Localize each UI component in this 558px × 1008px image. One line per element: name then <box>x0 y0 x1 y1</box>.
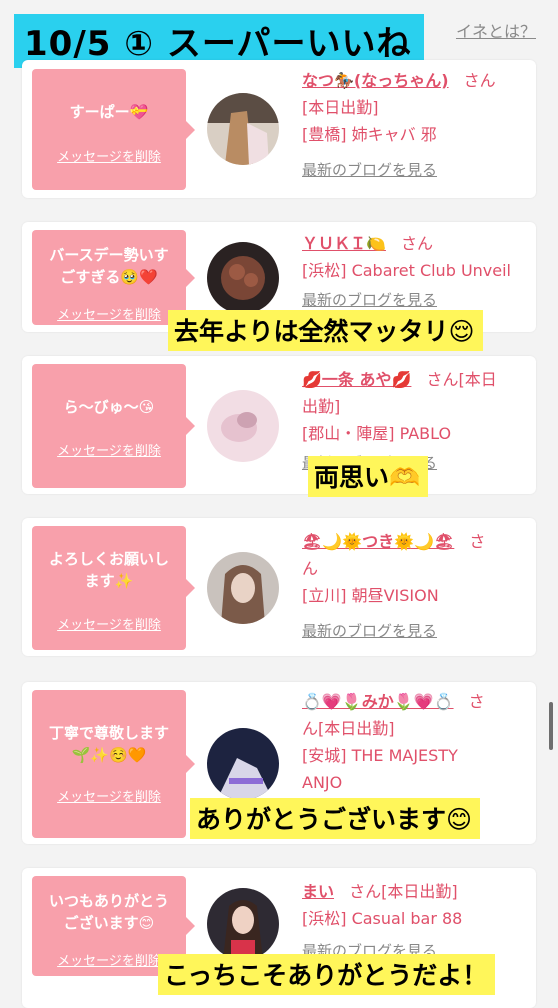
sender-name[interactable]: 💍💗🌷みか🌷💗💍 <box>302 692 454 711</box>
message-line: ら〜びゅ〜😘 <box>63 398 155 416</box>
shop-info: [郡山・陣屋] PABLO <box>302 424 452 443</box>
sender-info: なつ🏇(なっちゃん) さん [本日出勤] [豊橋] 姉キャバ 邪 最新のブログを… <box>302 67 528 184</box>
sender-name[interactable]: 🏖🌙🌞つき🌞🌙🏖 <box>302 532 454 551</box>
shift-status: 出勤] <box>302 397 341 416</box>
delete-message-link[interactable]: メッセージを削除 <box>32 614 186 633</box>
shop-info: [浜松] Casual bar 88 <box>302 909 463 928</box>
shop-info: [立川] 朝昼VISION <box>302 586 439 605</box>
sender-info: 🏖🌙🌞つき🌞🌙🏖 さ ん [立川] 朝昼VISION 最新のブログを見る <box>302 528 528 645</box>
overlay-caption: 両思い🫶 <box>308 456 429 497</box>
sender-name[interactable]: 💋一条 あや💋 <box>302 370 411 389</box>
sender-name-line: まい さん[本日出勤] <box>302 878 528 905</box>
message-line: 🌱✨☺️🧡 <box>71 746 147 764</box>
avatar[interactable] <box>207 552 279 624</box>
shift-status: [本日出勤] <box>302 98 379 117</box>
sender-name[interactable]: なつ🏇(なっちゃん) <box>302 71 449 90</box>
message-bubble: ら〜びゅ〜😘 メッセージを削除 <box>32 364 195 488</box>
sender-name-line: なつ🏇(なっちゃん) さん <box>302 67 528 94</box>
message-text: ら〜びゅ〜😘 <box>32 396 186 418</box>
message-line: よろしくお願いし <box>48 550 169 568</box>
overlay-caption: こっちこそありがとうだよ！ <box>158 954 496 995</box>
message-line: すーぱー💝 <box>69 103 149 121</box>
sender-name[interactable]: まい <box>302 882 334 901</box>
message-line: ございます😊 <box>63 914 155 932</box>
message-text: よろしくお願いし ます✨ <box>32 548 186 592</box>
avatar[interactable] <box>207 242 279 314</box>
message-text: すーぱー💝 <box>32 101 186 123</box>
scrollbar[interactable] <box>549 702 553 750</box>
message-bubble: 丁寧で尊敬します 🌱✨☺️🧡 メッセージを削除 <box>32 690 195 838</box>
honorific: さん <box>463 71 496 90</box>
message-line: ます✨ <box>84 572 134 590</box>
shift-status: ん[本日出勤] <box>302 719 395 738</box>
shop-info: [豊橋] 姉キャバ 邪 <box>302 125 437 144</box>
avatar[interactable] <box>207 888 279 960</box>
avatar[interactable] <box>207 93 279 165</box>
avatar[interactable] <box>207 390 279 462</box>
super-like-card: よろしくお願いし ます✨ メッセージを削除 🏖🌙🌞つき🌞🌙🏖 さ ん [立川] … <box>22 518 536 656</box>
message-bubble: すーぱー💝 メッセージを削除 <box>32 69 195 190</box>
message-text: バースデー勢いす ごすぎる🥹❤️ <box>32 244 186 288</box>
sender-name-line: ＹＵＫＩ🍋 さん <box>302 230 528 257</box>
message-line: バースデー勢いす <box>49 246 169 264</box>
super-like-card: ら〜びゅ〜😘 メッセージを削除 💋一条 あや💋 さん[本日 出勤] [郡山・陣屋… <box>22 356 536 494</box>
avatar[interactable] <box>207 728 279 800</box>
message-line: ごすぎる🥹❤️ <box>60 268 158 286</box>
sender-info: まい さん[本日出勤] [浜松] Casual bar 88 最新のブログを見る <box>302 878 528 965</box>
sender-name-line: 💋一条 あや💋 さん[本日 <box>302 366 528 393</box>
message-bubble: バースデー勢いす ごすぎる🥹❤️ メッセージを削除 <box>32 230 195 325</box>
super-like-card: すーぱー💝 メッセージを削除 なつ🏇(なっちゃん) さん [本日出勤] [豊橋]… <box>22 60 536 198</box>
message-line: いつもありがとう <box>48 892 169 910</box>
delete-message-link[interactable]: メッセージを削除 <box>32 304 186 323</box>
message-bubble: よろしくお願いし ます✨ メッセージを削除 <box>32 526 195 650</box>
sender-name-line: 💍💗🌷みか🌷💗💍 さ <box>302 688 528 715</box>
honorific-cont: ん <box>302 559 319 578</box>
honorific: さん <box>401 234 434 253</box>
sender-name-line: 🏖🌙🌞つき🌞🌙🏖 さ <box>302 528 528 555</box>
delete-message-link[interactable]: メッセージを削除 <box>32 440 186 459</box>
sender-info: ＹＵＫＩ🍋 さん [浜松] Cabaret Club Unveil 最新のブログ… <box>302 230 528 314</box>
delete-message-link[interactable]: メッセージを削除 <box>32 146 186 165</box>
delete-message-link[interactable]: メッセージを削除 <box>32 786 186 805</box>
latest-blog-link[interactable]: 最新のブログを見る <box>302 157 528 184</box>
honorific: さ <box>468 692 485 711</box>
overlay-caption: 去年よりは全然マッタリ😌 <box>168 310 483 351</box>
honorific: さん[本日出勤] <box>349 882 458 901</box>
shop-info-cont: ANJO <box>302 773 343 792</box>
sender-info: 💍💗🌷みか🌷💗💍 さ ん[本日出勤] [安城] THE MAJESTY ANJO <box>302 688 528 796</box>
message-text: 丁寧で尊敬します 🌱✨☺️🧡 <box>32 722 186 766</box>
overlay-caption: ありがとうございます😊 <box>190 798 481 839</box>
shop-info: [浜松] Cabaret Club Unveil <box>302 261 511 280</box>
honorific: さ <box>469 532 486 551</box>
sender-name[interactable]: ＹＵＫＩ🍋 <box>302 234 386 253</box>
message-line: 丁寧で尊敬します <box>48 724 169 742</box>
honorific: さん[本日 <box>426 370 497 389</box>
message-text: いつもありがとう ございます😊 <box>32 890 186 934</box>
super-like-help-link[interactable]: イネとは？ <box>456 18 536 42</box>
shop-info: [安城] THE MAJESTY <box>302 746 458 765</box>
latest-blog-link[interactable]: 最新のブログを見る <box>302 618 528 645</box>
